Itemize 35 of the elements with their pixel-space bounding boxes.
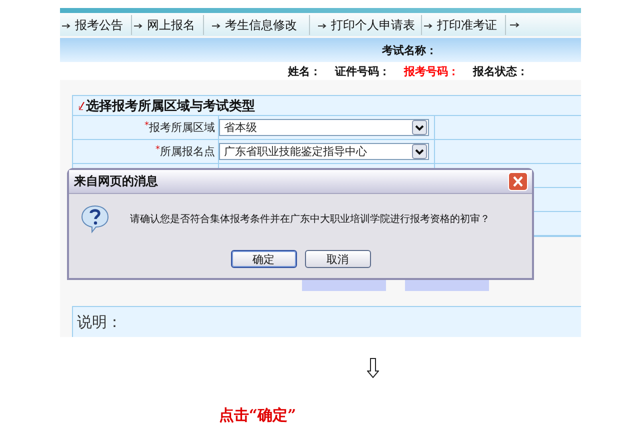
nav-link[interactable]: 考生信息修改	[204, 14, 310, 34]
info-label: 报考号码：	[404, 64, 459, 78]
dialog-button[interactable]: 取消	[304, 250, 370, 268]
dropdown[interactable]: 广东省职业技能鉴定指导中心	[219, 143, 429, 160]
arrow-icon	[212, 22, 221, 28]
down-arrow-icon	[366, 358, 378, 378]
dialog-message: 请确认您是否符合集体报考条件并在广东中大职业培训学院进行报考资格的初审？	[130, 212, 490, 226]
field-label: 报考所属区域	[149, 120, 215, 135]
nav-link[interactable]: 报考公告	[60, 14, 132, 34]
caption: 点击“确定”	[218, 406, 296, 425]
info-label: 证件号码：	[335, 64, 390, 78]
arrow-icon	[62, 22, 71, 28]
dropdown-caret-icon	[412, 144, 427, 159]
question-icon	[80, 204, 110, 234]
note-label: 说明：	[77, 312, 122, 332]
dialog-button[interactable]: 确定	[230, 250, 296, 268]
arrow-icon	[424, 22, 433, 28]
section-title: 选择报考所属区域与考试类型	[86, 98, 255, 114]
nav-link[interactable]: 网上报名	[132, 14, 204, 34]
info-label: 报名状态：	[473, 64, 528, 78]
required-mark: *	[156, 145, 160, 155]
required-mark: *	[144, 121, 149, 131]
arrow-icon	[510, 22, 520, 28]
info-label: 姓名：	[288, 64, 321, 78]
dropdown-caret-icon	[412, 120, 427, 135]
arrow-icon	[318, 22, 327, 28]
exam-name-label: 考试名称：	[382, 42, 437, 58]
nav-link[interactable]: 打印准考证	[422, 14, 506, 34]
dropdown[interactable]: 省本级	[219, 119, 429, 136]
field-label: 所属报名点	[160, 144, 215, 159]
arrow-icon	[79, 102, 85, 110]
nav-link[interactable]: 打印个人申请表	[310, 14, 422, 34]
close-icon[interactable]	[508, 172, 528, 191]
dialog-title: 来自网页的消息	[74, 173, 158, 190]
arrow-icon	[134, 22, 143, 28]
